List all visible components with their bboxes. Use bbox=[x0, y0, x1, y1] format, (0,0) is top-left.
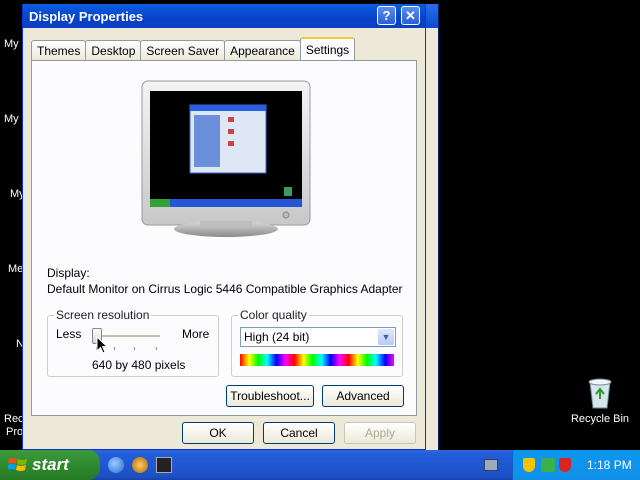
more-label: More bbox=[182, 327, 210, 341]
resolution-value: 640 by 480 pixels bbox=[92, 358, 186, 372]
screen-resolution-group: Screen resolution Less More 640 by 480 p… bbox=[47, 308, 219, 377]
color-spectrum-bar bbox=[240, 354, 394, 366]
recycle-bin-label: Recycle Bin bbox=[570, 413, 630, 425]
start-button[interactable]: start bbox=[0, 450, 100, 480]
mouse-cursor-icon bbox=[96, 336, 109, 354]
settings-panel: Display: Default Monitor on Cirrus Logic… bbox=[31, 60, 417, 416]
security-alert-icon[interactable] bbox=[559, 458, 571, 472]
recycle-bin[interactable]: Recycle Bin bbox=[568, 376, 632, 425]
tab-themes[interactable]: Themes bbox=[31, 40, 87, 60]
tab-appearance[interactable]: Appearance bbox=[224, 40, 301, 60]
security-shield-icon[interactable] bbox=[523, 458, 535, 472]
cancel-button[interactable]: Cancel bbox=[263, 422, 335, 444]
monitor-preview-icon bbox=[141, 80, 311, 237]
windows-logo-icon bbox=[8, 458, 27, 471]
troubleshoot-button[interactable]: Troubleshoot... bbox=[226, 385, 314, 407]
system-tray: 1:18 PM bbox=[512, 450, 640, 480]
screen-resolution-label: Screen resolution bbox=[54, 308, 152, 322]
keyboard-icon[interactable] bbox=[484, 459, 498, 471]
desktop-icon-label[interactable]: Pro bbox=[6, 426, 23, 438]
recycle-bin-icon bbox=[588, 378, 612, 409]
desktop-icon-label[interactable]: Rec bbox=[4, 413, 24, 425]
display-label: Display: bbox=[47, 266, 90, 280]
color-quality-select[interactable]: High (24 bit) ▼ bbox=[240, 327, 396, 347]
tab-settings[interactable]: Settings bbox=[299, 37, 356, 60]
display-properties-dialog: Display Properties ? ✕ Themes Desktop Sc… bbox=[22, 4, 426, 450]
update-icon[interactable] bbox=[541, 458, 555, 472]
chevron-down-icon[interactable]: ▼ bbox=[378, 329, 394, 345]
help-icon: ? bbox=[382, 8, 391, 23]
ok-button[interactable]: OK bbox=[182, 422, 254, 444]
tab-strip: Themes Desktop Screen Saver Appearance S… bbox=[31, 37, 356, 60]
window-title: Display Properties bbox=[29, 8, 144, 24]
desktop-quick-launch-icon[interactable] bbox=[156, 457, 172, 473]
start-label: start bbox=[32, 455, 69, 474]
close-button[interactable]: ✕ bbox=[401, 6, 420, 25]
tab-desktop[interactable]: Desktop bbox=[85, 40, 142, 60]
apply-button[interactable]: Apply bbox=[344, 422, 416, 444]
color-quality-value: High (24 bit) bbox=[244, 330, 310, 344]
desktop-icon-label[interactable]: My bbox=[4, 38, 19, 50]
help-button[interactable]: ? bbox=[377, 6, 396, 25]
close-icon: ✕ bbox=[405, 7, 416, 23]
display-adapter-value: Default Monitor on Cirrus Logic 5446 Com… bbox=[47, 282, 403, 296]
title-bar[interactable]: Display Properties bbox=[23, 4, 425, 28]
less-label: Less bbox=[56, 327, 82, 341]
desktop-icon-label[interactable]: Me bbox=[8, 263, 23, 275]
advanced-button[interactable]: Advanced bbox=[322, 385, 404, 407]
tab-screen-saver[interactable]: Screen Saver bbox=[140, 40, 226, 60]
desktop-icon-label[interactable]: My bbox=[4, 113, 19, 125]
taskbar: start 1:18 PM bbox=[0, 450, 640, 480]
clock[interactable]: 1:18 PM bbox=[587, 458, 632, 472]
color-quality-group: Color quality High (24 bit) ▼ bbox=[231, 308, 403, 377]
browser-quick-launch-icon[interactable] bbox=[108, 457, 124, 473]
color-quality-label: Color quality bbox=[238, 308, 309, 322]
media-quick-launch-icon[interactable] bbox=[132, 457, 148, 473]
